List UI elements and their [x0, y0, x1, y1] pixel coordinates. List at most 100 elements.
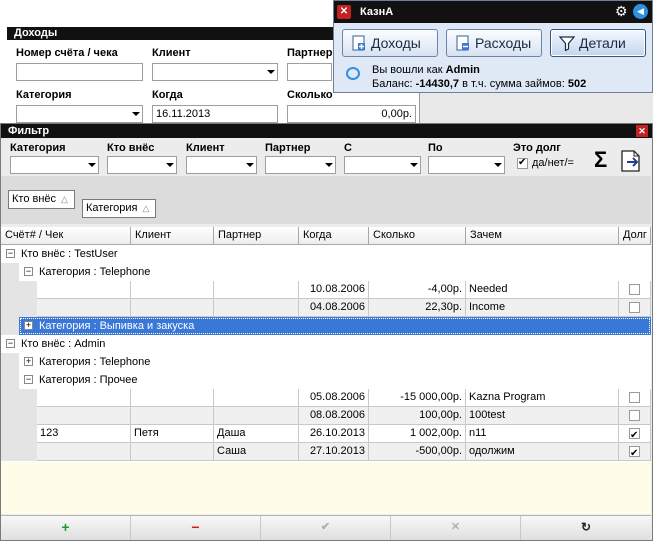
cell-amount[interactable]: -15 000,00р.	[369, 389, 466, 407]
cell-partner[interactable]: Саша	[214, 443, 299, 461]
partner-select[interactable]	[287, 63, 332, 81]
cell-debt	[619, 299, 651, 317]
back-icon[interactable]: ◀	[633, 4, 648, 19]
cell-client[interactable]	[131, 389, 214, 407]
col-header-why[interactable]: Зачем	[466, 227, 619, 245]
cancel-button[interactable]: ✕	[391, 516, 521, 540]
collapse-icon[interactable]: −	[6, 339, 15, 348]
cell-account[interactable]	[37, 443, 131, 461]
filter-to-date[interactable]	[428, 156, 505, 174]
debt-checkbox[interactable]	[629, 410, 640, 421]
group-row-category-selected[interactable]: + Категория : Выпивка и закуска	[19, 317, 651, 335]
kazna-window: ✕ КазнА ⚙ ◀ Доходы Расходы Детали Вы вош…	[333, 0, 653, 93]
cell-amount[interactable]: 100,00р.	[369, 407, 466, 425]
cell-partner[interactable]: Даша	[214, 425, 299, 443]
category-select[interactable]	[16, 105, 143, 123]
cell-when[interactable]: 04.08.2006	[299, 299, 369, 317]
amount-input[interactable]: 0,00р.	[287, 105, 416, 123]
col-header-partner[interactable]: Партнер	[214, 227, 299, 245]
expand-icon[interactable]: +	[24, 321, 33, 330]
filter-client-select[interactable]	[186, 156, 257, 174]
debt-checkbox[interactable]	[629, 445, 640, 460]
confirm-button[interactable]: ✔	[261, 516, 391, 540]
cell-client[interactable]	[131, 407, 214, 425]
filter-category-select[interactable]	[10, 156, 99, 174]
cell-when[interactable]: 08.08.2006	[299, 407, 369, 425]
expenses-button[interactable]: Расходы	[446, 29, 542, 57]
income-button[interactable]: Доходы	[342, 29, 438, 57]
add-button[interactable]: +	[1, 516, 131, 540]
cell-when[interactable]: 26.10.2013	[299, 425, 369, 443]
group-row-who[interactable]: − Кто внёс : Admin	[1, 335, 651, 353]
collapse-icon[interactable]: −	[24, 375, 33, 384]
col-header-when[interactable]: Когда	[299, 227, 369, 245]
close-icon[interactable]: ✕	[337, 5, 351, 19]
cell-client[interactable]	[131, 443, 214, 461]
cell-partner[interactable]	[214, 389, 299, 407]
group-row-category[interactable]: − Категория : Прочее	[19, 371, 651, 389]
cell-when[interactable]: 10.08.2006	[299, 281, 369, 299]
remove-button[interactable]: −	[131, 516, 261, 540]
cell-account[interactable]	[37, 407, 131, 425]
cell-client[interactable]	[131, 299, 214, 317]
debt-checkbox[interactable]	[629, 302, 640, 313]
cell-why[interactable]: Income	[466, 299, 619, 317]
cell-why[interactable]: Kazna Program	[466, 389, 619, 407]
filter-partner-select[interactable]	[265, 156, 336, 174]
gear-icon[interactable]: ⚙	[615, 4, 630, 19]
expand-icon[interactable]: +	[24, 357, 33, 366]
cell-when[interactable]: 27.10.2013	[299, 443, 369, 461]
cell-partner[interactable]	[214, 281, 299, 299]
cell-account[interactable]: 123	[37, 425, 131, 443]
group-row-category[interactable]: − Категория : Telephone	[19, 263, 651, 281]
cell-debt	[619, 443, 651, 461]
details-button[interactable]: Детали	[550, 29, 646, 57]
col-header-amount[interactable]: Сколько	[369, 227, 466, 245]
client-select[interactable]	[152, 63, 278, 81]
group-row-category[interactable]: + Категория : Telephone	[19, 353, 651, 371]
col-header-debt[interactable]: Долг	[619, 227, 651, 245]
cell-partner[interactable]	[214, 407, 299, 425]
cell-amount[interactable]: -4,00р.	[369, 281, 466, 299]
partner-label: Партнер	[287, 47, 333, 59]
cell-amount[interactable]: -500,00р.	[369, 443, 466, 461]
cell-why[interactable]: n11	[466, 425, 619, 443]
debt-checkbox[interactable]	[629, 392, 640, 403]
cell-debt	[619, 281, 651, 299]
filter-who-select[interactable]	[107, 156, 177, 174]
indent-strip	[1, 353, 19, 461]
session-info: Вы вошли как Admin Баланс: -14430,7 в т.…	[372, 63, 586, 91]
filter-category-label: Категория	[10, 142, 66, 154]
group-tag-who[interactable]: Кто внёс △	[8, 190, 75, 209]
kazna-title: КазнА	[360, 6, 394, 18]
cell-client[interactable]	[131, 281, 214, 299]
cell-why[interactable]: Needed	[466, 281, 619, 299]
cell-why[interactable]: 100test	[466, 407, 619, 425]
cell-when[interactable]: 05.08.2006	[299, 389, 369, 407]
income-button-label: Доходы	[371, 35, 421, 51]
group-tag-category[interactable]: Категория △	[82, 199, 157, 218]
cell-why[interactable]: одолжим	[466, 443, 619, 461]
account-input[interactable]	[16, 63, 143, 81]
close-icon[interactable]: ✕	[636, 125, 648, 137]
cell-account[interactable]	[37, 389, 131, 407]
collapse-icon[interactable]: −	[24, 267, 33, 276]
cell-amount[interactable]: 1 002,00р.	[369, 425, 466, 443]
col-header-client[interactable]: Клиент	[131, 227, 214, 245]
export-icon[interactable]	[619, 149, 643, 173]
cell-account[interactable]	[37, 299, 131, 317]
cell-client[interactable]: Петя	[131, 425, 214, 443]
cell-amount[interactable]: 22,30р.	[369, 299, 466, 317]
group-row-who[interactable]: − Кто внёс : TestUser	[1, 245, 651, 263]
filter-from-date[interactable]	[344, 156, 421, 174]
debt-checkbox[interactable]	[629, 427, 640, 442]
when-input[interactable]: 16.11.2013	[152, 105, 278, 123]
cell-partner[interactable]	[214, 299, 299, 317]
cell-account[interactable]	[37, 281, 131, 299]
collapse-icon[interactable]: −	[6, 249, 15, 258]
debt-checkbox[interactable]	[629, 284, 640, 295]
refresh-button[interactable]: ↻	[521, 516, 651, 540]
col-header-account[interactable]: Счёт# / Чек	[1, 227, 131, 245]
debt-checkbox[interactable]	[517, 157, 528, 169]
sum-button[interactable]: Σ	[594, 147, 607, 173]
